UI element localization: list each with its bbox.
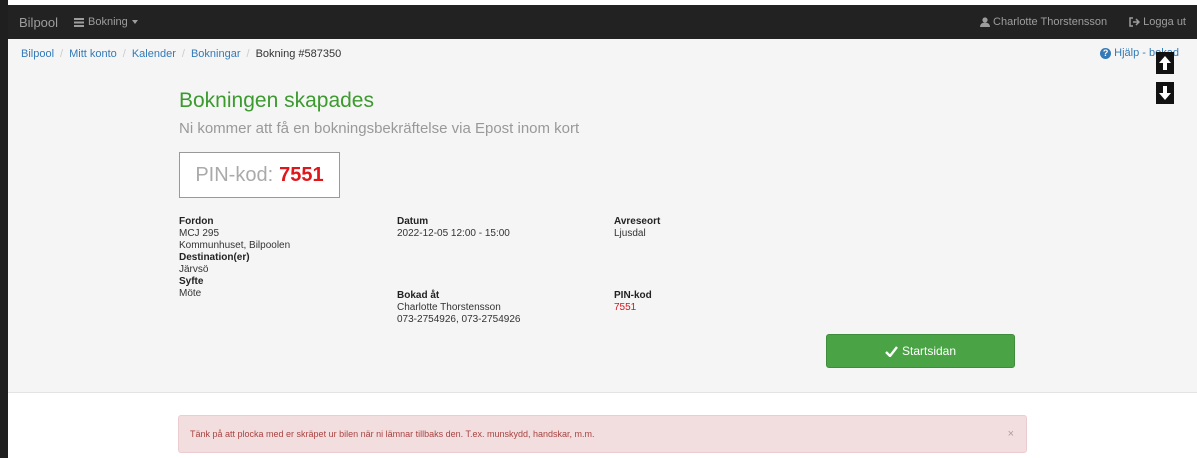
destination-label: Destination(er)	[179, 252, 250, 263]
pin-code-box: PIN-kod: 7551	[179, 152, 340, 198]
booking-menu-dropdown[interactable]: Bokning	[74, 16, 138, 28]
scroll-down-button[interactable]	[1156, 82, 1174, 104]
details-column-date: Datum 2022-12-05 12:00 - 15:00	[397, 216, 597, 240]
window-edge	[0, 0, 8, 458]
breadcrumb-bokningar[interactable]: Bokningar	[191, 48, 241, 60]
page-title: Bokningen skapades	[179, 89, 374, 112]
avreseort-label: Avreseort	[614, 216, 661, 227]
breadcrumb: Bilpool / Mitt konto / Kalender / Boknin…	[21, 48, 341, 60]
breadcrumb-mitt-konto[interactable]: Mitt konto	[69, 48, 117, 60]
booking-confirmation-panel: Bokningen skapades Ni kommer att få en b…	[8, 69, 1197, 393]
logout-label: Logga ut	[1143, 16, 1186, 28]
breadcrumb-separator: /	[181, 48, 185, 60]
fordon-label: Fordon	[179, 216, 214, 227]
datum-label: Datum	[397, 216, 429, 227]
startsidan-button[interactable]: Startsidan	[826, 334, 1015, 368]
breadcrumb-separator: /	[246, 48, 250, 60]
reminder-alert: Tänk på att plocka med er skräpet ur bil…	[178, 415, 1027, 453]
bokad-phone: 073-2754926, 073-2754926	[397, 314, 521, 325]
details-column-pin: PIN-kod 7551	[614, 290, 814, 314]
breadcrumb-kalender[interactable]: Kalender	[132, 48, 176, 60]
avreseort-value: Ljusdal	[614, 228, 646, 239]
pin-label: PIN-kod	[614, 290, 652, 301]
arrow-up-icon	[1159, 56, 1171, 70]
breadcrumb-separator: /	[122, 48, 126, 60]
list-icon	[74, 17, 85, 27]
logout-link[interactable]: Logga ut	[1129, 16, 1186, 28]
caret-down-icon	[131, 20, 138, 24]
question-icon: ?	[1100, 47, 1112, 59]
checkmark-icon	[885, 345, 898, 357]
breadcrumb-current: Bokning #587350	[255, 48, 342, 60]
alert-message: Tänk på att plocka med er skräpet ur bil…	[190, 429, 595, 439]
breadcrumb-bilpool[interactable]: Bilpool	[21, 48, 54, 60]
bokad-name: Charlotte Thorstensson	[397, 302, 501, 313]
scroll-up-button[interactable]	[1156, 52, 1174, 74]
fordon-location: Kommunhuset, Bilpoolen	[179, 240, 291, 251]
pin-value: 7551	[614, 302, 637, 313]
datum-value: 2022-12-05 12:00 - 15:00	[397, 228, 510, 239]
fordon-reg: MCJ 295	[179, 228, 220, 239]
page-subtitle: Ni kommer att få en bokningsbekräftelse …	[179, 120, 580, 137]
syfte-value: Möte	[179, 288, 202, 299]
bokad-label: Bokad åt	[397, 290, 440, 301]
top-navbar: Bilpool Bokning Charlotte Thorstensson L…	[8, 5, 1197, 39]
destination-value: Järvsö	[179, 264, 209, 275]
user-menu-link[interactable]: Charlotte Thorstensson	[980, 16, 1107, 28]
startsidan-label: Startsidan	[901, 344, 957, 358]
user-icon	[980, 17, 991, 27]
pin-code-label: PIN-kod:	[195, 163, 274, 186]
alert-close-button[interactable]: ×	[1008, 428, 1014, 440]
brand-link[interactable]: Bilpool	[19, 15, 58, 30]
details-column-departure: Avreseort Ljusdal	[614, 216, 814, 240]
breadcrumb-separator: /	[60, 48, 64, 60]
arrow-down-icon	[1159, 86, 1171, 100]
navbar-right: Charlotte Thorstensson Logga ut	[980, 5, 1197, 39]
syfte-label: Syfte	[179, 276, 204, 287]
details-column-vehicle: Fordon MCJ 295 Kommunhuset, Bilpoolen De…	[179, 216, 379, 300]
logout-icon	[1129, 17, 1141, 27]
pin-code-value: 7551	[279, 163, 324, 186]
booking-menu-label: Bokning	[88, 16, 128, 28]
details-column-booked-for: Bokad åt Charlotte Thorstensson 073-2754…	[397, 290, 597, 326]
user-name: Charlotte Thorstensson	[993, 16, 1108, 28]
breadcrumb-bar: Bilpool / Mitt konto / Kalender / Boknin…	[8, 39, 1197, 69]
